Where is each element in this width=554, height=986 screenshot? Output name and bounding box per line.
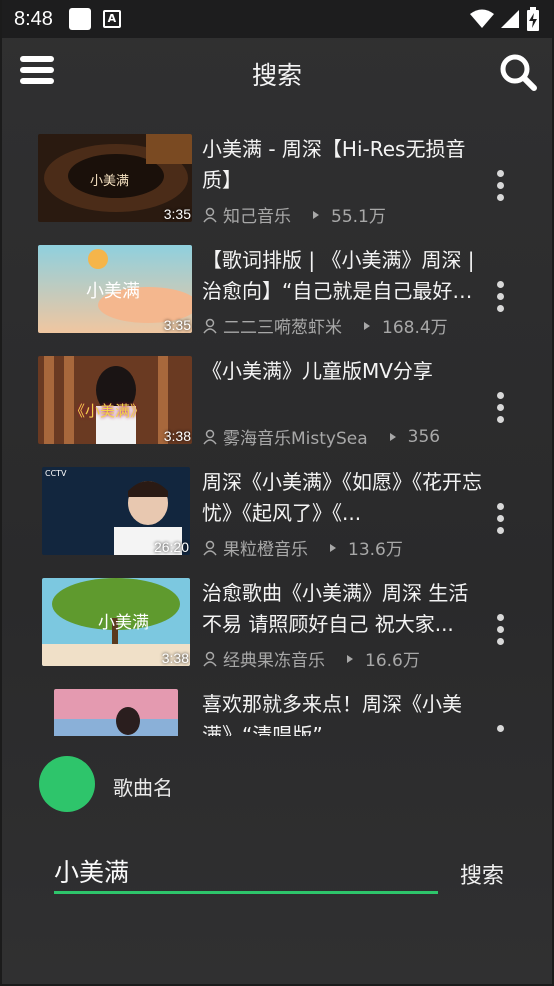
view-count: 55.1万 <box>331 207 386 227</box>
play-count-icon <box>389 432 396 441</box>
user-icon <box>203 207 217 222</box>
list-item[interactable]: 《小美满》 3:38 《小美满》儿童版MV分享 雾海音乐MistySea 356 <box>2 346 552 457</box>
video-title[interactable]: 治愈歌曲《小美满》周深 生活不易 请照顾好自己 祝大家... <box>202 578 482 640</box>
video-title[interactable]: 喜欢那就多来点！周深《小美满》“清唱版” <box>202 689 482 736</box>
more-options-icon[interactable] <box>490 392 510 428</box>
status-bar: 8:48 A <box>2 0 552 38</box>
search-button[interactable]: 搜索 <box>460 858 504 890</box>
more-options-icon[interactable] <box>490 725 510 736</box>
channel-name: 果粒橙音乐 <box>223 540 308 560</box>
play-count-icon <box>364 321 370 330</box>
search-bar: 搜索 <box>2 840 552 910</box>
signal-icon <box>501 10 519 28</box>
battery-icon <box>527 7 539 31</box>
thumbnail-text: 小美满 <box>86 281 140 302</box>
page-title: 搜索 <box>251 61 302 90</box>
play-count-icon <box>330 543 336 552</box>
video-duration: 3:38 <box>163 428 191 444</box>
user-icon <box>203 318 217 333</box>
video-meta: 知己音乐 55.1万 <box>202 202 482 227</box>
list-item[interactable]: 小美满 3:38 治愈歌曲《小美满》周深 生活不易 请照顾好自己 祝大家... … <box>2 568 552 679</box>
thumbnail-text: 《小美满》 <box>70 402 146 420</box>
song-name-label: 歌曲名 <box>113 776 173 800</box>
video-thumbnail[interactable]: 小美满 3:38 <box>42 578 190 666</box>
channel-logo-text: CCTV <box>45 469 67 478</box>
search-results-list[interactable]: 小美满 3:35 小美满 - 周深【Hi-Res无损音质】 知己音乐 55.1万 <box>2 124 552 736</box>
play-count-icon <box>347 654 353 663</box>
view-count: 168.4万 <box>382 318 448 338</box>
video-title[interactable]: 《小美满》儿童版MV分享 <box>202 356 482 387</box>
video-thumbnail[interactable]: 《小美满》 3:38 <box>38 356 192 444</box>
video-thumbnail[interactable] <box>54 689 178 736</box>
wifi-icon <box>470 9 494 28</box>
video-meta: 果粒橙音乐 13.6万 <box>202 535 482 560</box>
video-duration: 3:35 <box>163 317 191 333</box>
app-screen: 8:48 A 搜索 小美满 3:35 小美满 - 周深【Hi-Res无损音质】 … <box>0 0 554 986</box>
more-options-icon[interactable] <box>490 281 510 317</box>
video-thumbnail[interactable]: CCTV 26:20 <box>42 467 190 555</box>
list-item[interactable]: 小美满 3:35 【歌词排版 | 《小美满》周深 | 治愈向】“自己就是自己最好… <box>2 235 552 346</box>
video-title[interactable]: 【歌词排版 | 《小美满》周深 | 治愈向】“自己就是自己最好的... <box>202 245 482 307</box>
play-count-icon <box>313 210 319 219</box>
user-icon <box>203 540 217 555</box>
more-options-icon[interactable] <box>490 170 510 206</box>
channel-name: 经典果冻音乐 <box>223 651 325 671</box>
now-playing-bar[interactable]: 歌曲名 <box>2 744 552 824</box>
video-title[interactable]: 小美满 - 周深【Hi-Res无损音质】 <box>202 134 482 196</box>
user-icon <box>203 429 217 444</box>
thumbnail-text: 小美满 <box>90 174 130 189</box>
video-meta: 雾海音乐MistySea 356 <box>202 424 482 449</box>
search-input[interactable] <box>54 850 438 894</box>
video-title[interactable]: 周深《小美满》《如愿》《花开忘忧》《起风了》《... <box>202 467 482 529</box>
view-count: 16.6万 <box>365 651 420 671</box>
thumbnail-text: 小美满 <box>98 613 149 633</box>
video-meta: 经典果冻音乐 16.6万 <box>202 646 482 671</box>
more-options-icon[interactable] <box>490 614 510 650</box>
app-bar: 搜索 <box>2 38 552 108</box>
channel-name: 二二三嗬葱虾米 <box>223 318 342 338</box>
list-item[interactable]: 小美满 3:35 小美满 - 周深【Hi-Res无损音质】 知己音乐 55.1万 <box>2 124 552 235</box>
notification-icon <box>68 8 91 30</box>
list-item[interactable]: 喜欢那就多来点！周深《小美满》“清唱版” <box>2 679 552 736</box>
view-count: 13.6万 <box>348 540 403 560</box>
search-icon[interactable] <box>498 52 538 92</box>
a-badge-icon: A <box>102 10 121 28</box>
list-item[interactable]: CCTV 26:20 周深《小美满》《如愿》《花开忘忧》《起风了》《... 果粒… <box>2 457 552 568</box>
user-icon <box>203 651 217 666</box>
video-thumbnail[interactable]: 小美满 3:35 <box>38 245 192 333</box>
video-thumbnail[interactable]: 小美满 3:35 <box>38 134 192 222</box>
channel-name: 知己音乐 <box>223 207 291 227</box>
album-art-placeholder <box>39 756 95 812</box>
channel-name: 雾海音乐MistySea <box>223 429 368 449</box>
view-count: 356 <box>407 426 441 447</box>
video-duration: 3:38 <box>161 650 189 666</box>
video-duration: 26:20 <box>153 539 189 555</box>
status-time: 8:48 <box>14 7 53 30</box>
video-duration: 3:35 <box>163 206 191 222</box>
thumbnail-image <box>54 689 178 736</box>
more-options-icon[interactable] <box>490 503 510 539</box>
video-meta: 二二三嗬葱虾米 168.4万 <box>202 313 482 338</box>
